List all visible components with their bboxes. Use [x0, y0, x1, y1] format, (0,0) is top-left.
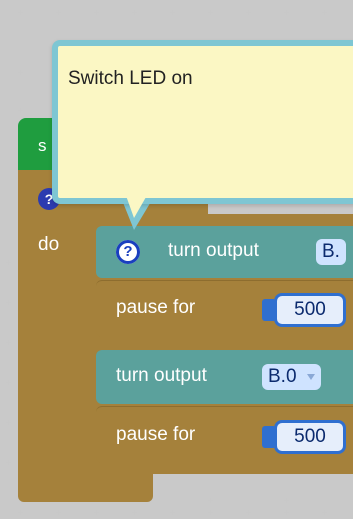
grid-mark — [284, 498, 289, 503]
comment-tail-fill — [124, 190, 150, 218]
grid-mark — [18, 10, 23, 15]
pause-block[interactable]: pause for 500 — [96, 280, 353, 337]
grid-mark — [6, 380, 11, 385]
grid-mark — [94, 10, 99, 15]
grid-mark — [322, 510, 327, 515]
grid-mark — [18, 108, 23, 113]
grid-mark — [208, 510, 213, 515]
comment-bubble[interactable]: Switch LED on — [52, 40, 353, 204]
grid-mark — [6, 460, 11, 465]
grid-mark — [284, 510, 289, 515]
comment-text[interactable]: Switch LED on — [68, 68, 193, 90]
do-label: do — [38, 234, 60, 255]
grid-mark — [6, 260, 11, 265]
grid-mark — [208, 498, 213, 503]
output-pin-dropdown[interactable]: B.0 — [262, 364, 321, 390]
pause-duration-input[interactable]: 500 — [274, 293, 346, 327]
grid-mark — [170, 510, 175, 515]
output-pin-dropdown[interactable]: B. — [316, 239, 346, 265]
grid-mark — [6, 340, 11, 345]
grid-mark — [246, 510, 251, 515]
pause-block[interactable]: pause for 500 — [96, 406, 353, 463]
grid-mark — [284, 10, 289, 15]
start-hat-label: s — [38, 136, 47, 155]
grid-mark — [94, 510, 99, 515]
grid-mark — [56, 10, 61, 15]
number-socket — [262, 299, 274, 321]
grid-mark — [208, 10, 213, 15]
number-socket — [262, 426, 274, 448]
chevron-down-icon — [306, 373, 315, 380]
grid-mark — [56, 510, 61, 515]
grid-mark — [132, 10, 137, 15]
pause-duration-input[interactable]: 500 — [274, 420, 346, 454]
block-label: pause for — [116, 297, 196, 318]
block-label: turn output — [116, 365, 207, 386]
grid-mark — [18, 70, 23, 75]
turn-output-block[interactable]: turn output B.0 — [96, 350, 353, 404]
output-pin-value: B. — [322, 241, 340, 262]
block-label: turn output — [168, 240, 259, 261]
output-pin-value: B.0 — [268, 366, 297, 387]
grid-mark — [6, 420, 11, 425]
grid-mark — [322, 10, 327, 15]
grid-mark — [246, 10, 251, 15]
forever-block-footer[interactable] — [18, 472, 153, 502]
block-label: pause for — [116, 424, 196, 445]
blockly-workspace[interactable]: s ? forever do ? turn output B. pause fo… — [0, 0, 353, 519]
help-icon[interactable]: ? — [116, 240, 140, 264]
grid-mark — [18, 510, 23, 515]
grid-mark — [6, 300, 11, 305]
grid-mark — [132, 510, 137, 515]
grid-mark — [170, 10, 175, 15]
turn-output-block[interactable]: ? turn output B. — [96, 226, 353, 278]
